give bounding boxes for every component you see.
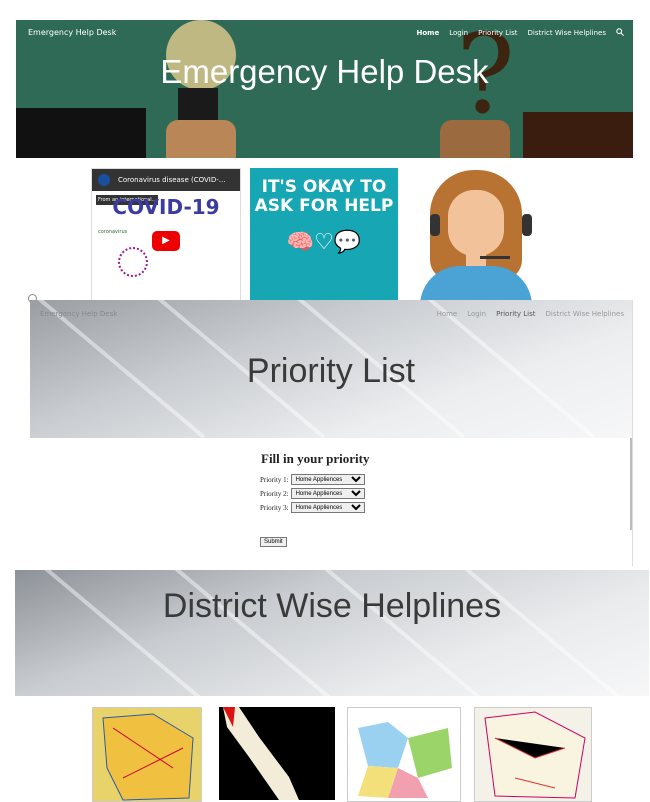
divider (632, 300, 633, 566)
form-heading: Fill in your priority (261, 451, 370, 466)
video-title[interactable]: Coronavirus disease (COVID-... (92, 169, 240, 191)
hand-image (440, 120, 510, 158)
channel-logo-icon (98, 174, 110, 186)
nav-login[interactable]: Login (467, 310, 486, 318)
video-heading: COVID-19 (112, 195, 220, 219)
top-nav: Home Login Priority List District Wise H… (417, 28, 624, 38)
priority-row: Priority 2: Home Appliences (260, 488, 365, 499)
nav-priority-list[interactable]: Priority List (478, 29, 517, 37)
priority-label: Priority 1: (260, 475, 289, 484)
top-nav-faded: Home Login Priority List District Wise H… (437, 310, 624, 318)
banner-shape (523, 112, 633, 158)
brain-heart-chat-icon: 🧠♡💬 (286, 230, 362, 255)
video-subtext: coronavirus (98, 229, 128, 235)
site-title[interactable]: Emergency Help Desk (28, 28, 116, 37)
submit-button[interactable]: Submit (260, 537, 287, 547)
headset-icon (430, 214, 440, 236)
hand-image (166, 120, 236, 158)
district-map-image[interactable] (347, 707, 461, 802)
site-title-faded[interactable]: Emergency Help Desk (40, 310, 117, 318)
play-icon[interactable]: ▶ (152, 231, 180, 251)
district-map-image[interactable] (474, 707, 592, 802)
kerala-map-image[interactable] (219, 707, 335, 800)
page-title: District Wise Helplines (162, 587, 502, 625)
microphone-icon (480, 256, 510, 259)
page-title: Priority List (246, 352, 416, 390)
nav-home[interactable]: Home (417, 29, 440, 37)
okay-to-ask-card: IT'S OKAY TO ASK FOR HELP 🧠♡💬 (250, 168, 398, 300)
nav-login[interactable]: Login (449, 29, 468, 37)
nav-priority-list[interactable]: Priority List (496, 310, 535, 318)
headset-icon (522, 214, 532, 236)
nav-district-wise-helplines[interactable]: District Wise Helplines (546, 310, 625, 318)
page-title: Emergency Help Desk (160, 53, 489, 90)
banner-shape (16, 108, 146, 158)
nav-home[interactable]: Home (437, 310, 458, 318)
card-heading: IT'S OKAY TO ASK FOR HELP (254, 177, 394, 216)
priority-row: Priority 3: Home Appliences (260, 502, 365, 513)
priority-row: Priority 1: Home Appliences (260, 474, 365, 485)
priority-label: Priority 3: (260, 503, 289, 512)
priority-2-select[interactable]: Home Appliences (290, 488, 365, 499)
lightbulb-base (178, 88, 218, 122)
priority-3-select[interactable]: Home Appliences (290, 502, 365, 513)
priority-1-select[interactable]: Home Appliences (290, 474, 365, 485)
priority-label: Priority 2: (260, 489, 289, 498)
helpdesk-operator-card (410, 168, 558, 300)
virus-icon (118, 247, 148, 277)
search-icon[interactable] (616, 28, 624, 38)
nav-district-wise-helplines[interactable]: District Wise Helplines (528, 29, 607, 37)
operator-face (448, 190, 504, 256)
district-map-image[interactable] (92, 707, 202, 802)
video-card[interactable]: Coronavirus disease (COVID-... From an i… (91, 168, 241, 302)
